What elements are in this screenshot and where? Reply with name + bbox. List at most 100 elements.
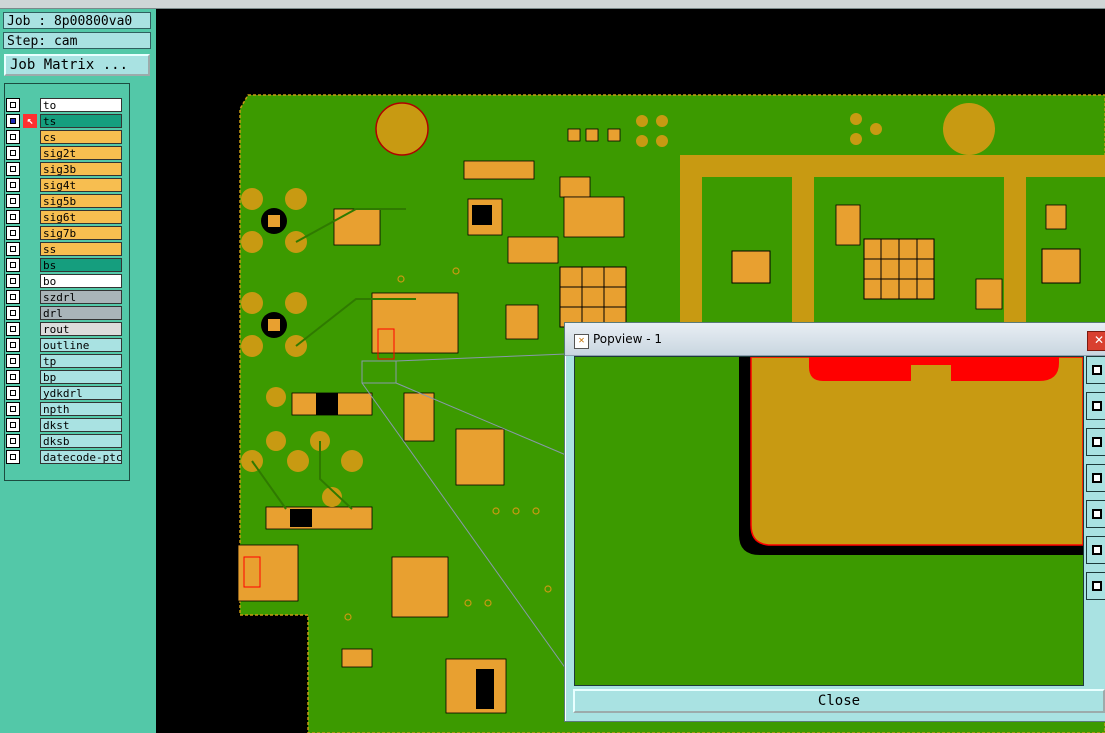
layer-checkbox[interactable] [6,210,20,224]
popview-close-button[interactable]: Close [573,689,1105,713]
pan-right-button[interactable] [1086,500,1105,528]
zoom-out-button[interactable] [1086,572,1105,600]
layer-status-icon [23,290,37,304]
popview-pad-graphic [575,357,1083,685]
layer-row-sig2t[interactable]: sig2t [6,146,122,160]
layer-checkbox[interactable] [6,114,20,128]
layer-status-icon [23,210,37,224]
pan-left-icon [1092,473,1102,483]
layer-status-icon [23,274,37,288]
layer-row-sig4t[interactable]: sig4t [6,178,122,192]
layer-status-icon [23,194,37,208]
layer-row-bs[interactable]: bs [6,258,122,272]
layer-checkbox[interactable] [6,242,20,256]
layer-name-label: outline [40,338,122,352]
layer-panel: Job : 8p00800va0 Step: cam Job Matrix ..… [0,9,156,733]
layer-name-label: tp [40,354,122,368]
layer-row-sig3b[interactable]: sig3b [6,162,122,176]
layer-row-bo[interactable]: bo [6,274,122,288]
popview-title-bar[interactable]: ✕ Popview - 1 ✕ [565,323,1105,356]
layer-checkbox[interactable] [6,418,20,432]
layer-checkbox[interactable] [6,162,20,176]
layer-status-icon [23,370,37,384]
layer-checkbox[interactable] [6,258,20,272]
layer-name-label: dkst [40,418,122,432]
zoom-fit-button[interactable] [1086,356,1105,384]
layer-checkbox[interactable] [6,130,20,144]
layer-status-icon [23,162,37,176]
layer-name-label: dksb [40,434,122,448]
pan-left-button[interactable] [1086,464,1105,492]
layer-checkbox[interactable] [6,434,20,448]
layer-checkbox[interactable] [6,290,20,304]
zoom-in-icon [1092,545,1102,555]
layer-name-label: sig3b [40,162,122,176]
layer-checkbox[interactable] [6,450,20,464]
layer-row-rout[interactable]: rout [6,322,122,336]
layer-row-cs[interactable]: cs [6,130,122,144]
layer-row-sig7b[interactable]: sig7b [6,226,122,240]
layer-row-tp[interactable]: tp [6,354,122,368]
layer-name-label: sig7b [40,226,122,240]
step-name-label: Step: cam [3,32,151,49]
layer-checkbox[interactable] [6,402,20,416]
window-close-icon[interactable]: ✕ [1087,331,1105,351]
layer-checkbox[interactable] [6,322,20,336]
layer-row-ts[interactable]: ↖ ts [6,114,122,128]
layer-status-icon [23,338,37,352]
layer-name-label: szdrl [40,290,122,304]
layer-status-icon [23,402,37,416]
layer-checkbox[interactable] [6,354,20,368]
layer-row-npth[interactable]: npth [6,402,122,416]
layer-checkbox[interactable] [6,226,20,240]
layer-row-ss[interactable]: ss [6,242,122,256]
pan-down-button[interactable] [1086,428,1105,456]
layer-status-icon [23,354,37,368]
layer-status-icon [23,98,37,112]
layer-name-label: rout [40,322,122,336]
layer-name-label: ts [40,114,122,128]
layer-name-label: drl [40,306,122,320]
layer-checkbox[interactable] [6,98,20,112]
layer-status-icon [23,226,37,240]
layer-row-datecode-ptc[interactable]: datecode-ptc [6,450,122,464]
pan-right-icon [1092,509,1102,519]
layer-name-label: to [40,98,122,112]
layer-checkbox[interactable] [6,146,20,160]
layer-row-sig6t[interactable]: sig6t [6,210,122,224]
layer-checkbox[interactable] [6,370,20,384]
pan-up-button[interactable] [1086,392,1105,420]
layer-name-label: ydkdrl [40,386,122,400]
popview-zoom-view[interactable] [574,356,1084,686]
pan-up-icon [1092,401,1102,411]
layer-checkbox[interactable] [6,194,20,208]
job-name-label: Job : 8p00800va0 [3,12,151,29]
layer-status-icon [23,242,37,256]
app-icon: ✕ [574,334,589,349]
layer-row-sig5b[interactable]: sig5b [6,194,122,208]
layer-row-szdrl[interactable]: szdrl [6,290,122,304]
zoom-in-button[interactable] [1086,536,1105,564]
layer-checkbox[interactable] [6,306,20,320]
layer-checkbox[interactable] [6,274,20,288]
zoom-out-icon [1092,581,1102,591]
layer-name-label: sig6t [40,210,122,224]
layer-status-icon [23,178,37,192]
layer-row-ydkdrl[interactable]: ydkdrl [6,386,122,400]
layer-row-dkst[interactable]: dkst [6,418,122,432]
layer-name-label: ss [40,242,122,256]
layer-checkbox[interactable] [6,386,20,400]
layer-row-drl[interactable]: drl [6,306,122,320]
layer-row-to[interactable]: to [6,98,122,112]
layer-checkbox[interactable] [6,178,20,192]
layer-checkbox[interactable] [6,338,20,352]
layer-row-bp[interactable]: bp [6,370,122,384]
pan-down-icon [1092,437,1102,447]
layer-status-icon [23,450,37,464]
layer-row-outline[interactable]: outline [6,338,122,352]
layer-status-icon [23,258,37,272]
popview-toolbar [1084,356,1105,600]
layer-row-dksb[interactable]: dksb [6,434,122,448]
layer-status-icon [23,306,37,320]
job-matrix-button[interactable]: Job Matrix ... [4,54,150,76]
